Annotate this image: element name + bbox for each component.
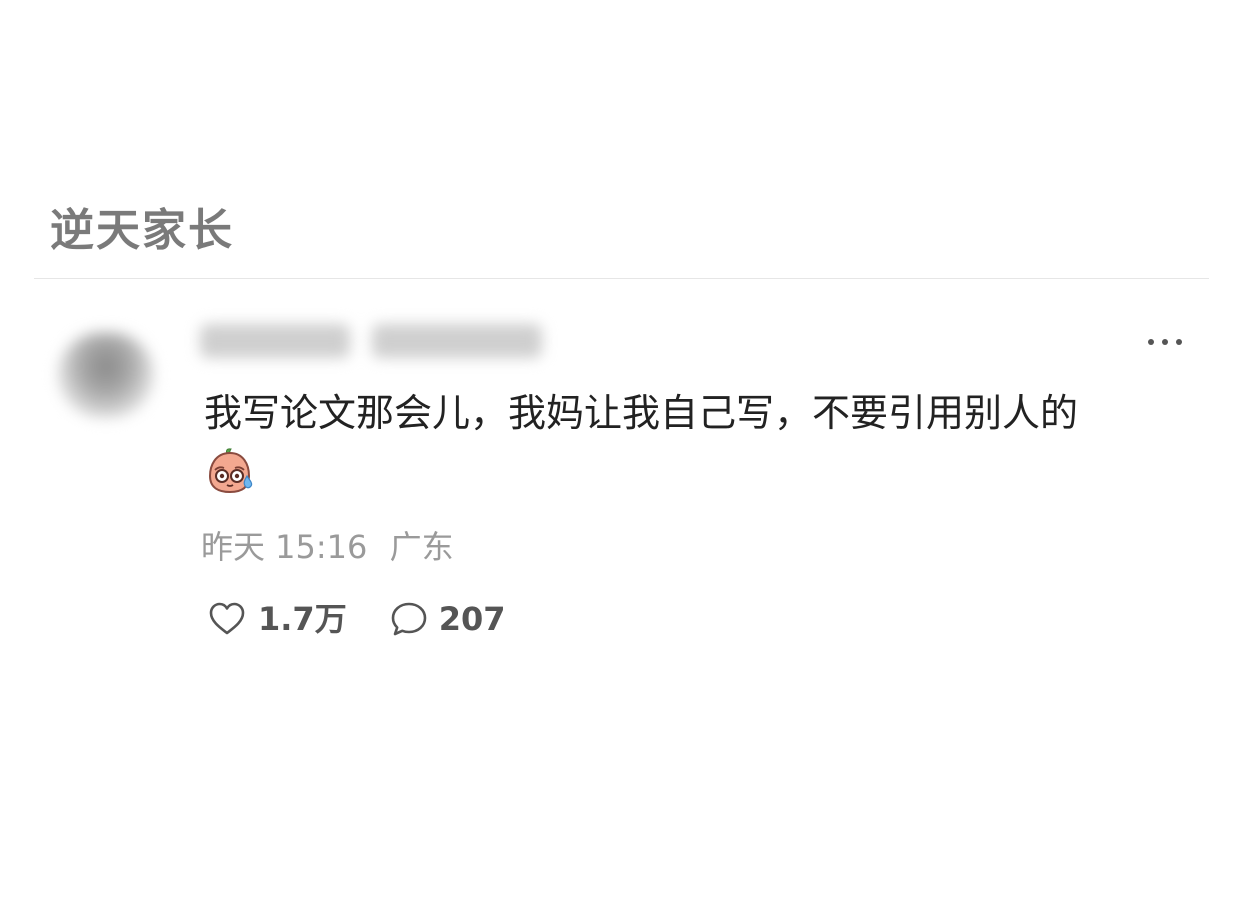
divider <box>34 278 1209 279</box>
comment-time: 昨天 15:16 <box>201 528 368 566</box>
comment-text: 我写论文那会儿，我妈让我自己写，不要引用别人的 <box>204 391 1079 435</box>
comment-actions: 1.7万 207 <box>206 594 506 644</box>
more-dots-icon <box>1148 339 1154 345</box>
heart-icon <box>209 602 245 635</box>
avatar[interactable] <box>58 332 154 418</box>
like-count: 1.7万 <box>258 600 347 638</box>
username-blurred[interactable] <box>200 318 560 364</box>
reply-button[interactable]: 207 <box>389 595 506 643</box>
topic-title: 逆天家长 <box>50 205 234 256</box>
more-options-button[interactable] <box>1140 328 1190 356</box>
reply-count: 207 <box>438 600 506 638</box>
sweat-emoji-icon <box>208 448 253 494</box>
like-button[interactable]: 1.7万 <box>206 595 347 643</box>
comment-location: 广东 <box>389 528 454 566</box>
comment-bubble-icon <box>391 602 427 636</box>
comment-meta: 昨天 15:16 广东 <box>201 523 454 571</box>
